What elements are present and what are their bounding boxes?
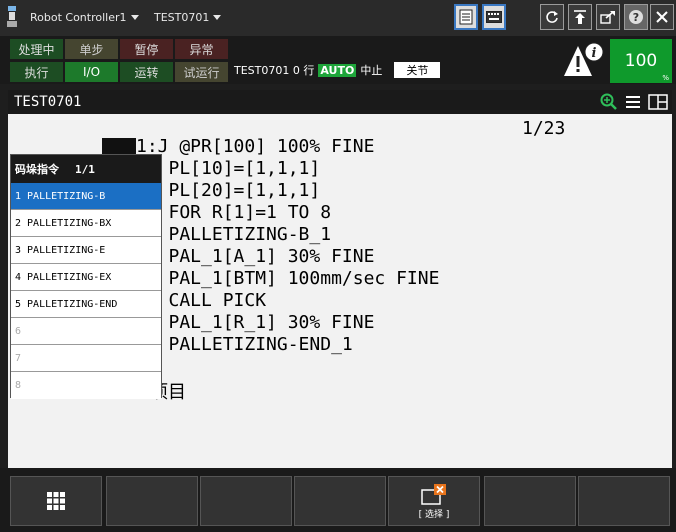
svg-text:i: i: [592, 46, 597, 61]
controller-name: Robot Controller1: [30, 11, 127, 24]
popup-item-palletizing-end[interactable]: 5 PALLETIZING-END: [11, 291, 161, 318]
chevron-down-icon: [130, 15, 139, 20]
select-label: [ 选择 ]: [418, 509, 450, 520]
popup-item-palletizing-e[interactable]: 3 PALLETIZING-E: [11, 237, 161, 264]
popup-item-palletizing-b[interactable]: 1 PALLETIZING-B: [11, 183, 161, 210]
override-value: 100: [624, 51, 658, 71]
controller-dropdown[interactable]: Robot Controller1: [30, 11, 139, 24]
popup-item-empty[interactable]: 8: [11, 372, 161, 399]
alarm-info-icon[interactable]: i: [562, 40, 604, 80]
program-line[interactable]: J PAL_1[A_1] 30% FINE: [136, 246, 375, 268]
f5-button[interactable]: [578, 476, 670, 526]
status-line: TEST0701 0 行 AUTO 中止 关节: [234, 62, 441, 78]
program-header: TEST0701: [8, 90, 672, 114]
zoom-icon[interactable]: [600, 93, 618, 111]
program-name: TEST0701: [154, 11, 210, 24]
mode-badge: AUTO: [318, 63, 357, 77]
program-line[interactable]: PL[10]=[1,1,1]: [136, 158, 321, 180]
notepad-icon: [459, 9, 473, 25]
program-line[interactable]: L PAL_1[BTM] 100mm/sec FINE: [136, 268, 440, 290]
popup-item-palletizing-bx[interactable]: 2 PALLETIZING-BX: [11, 210, 161, 237]
status-busy: 处理中: [10, 39, 63, 59]
coord-badge: 关节: [394, 62, 441, 78]
status-line-prefix: TEST0701 0 行: [234, 64, 315, 77]
popup-item-empty[interactable]: 6: [11, 318, 161, 345]
keyboard-icon: [486, 11, 502, 23]
status-hold: 暂停: [120, 39, 173, 59]
chevron-down-icon: [213, 15, 222, 20]
status-io: I/O: [65, 62, 118, 82]
f2-button[interactable]: [200, 476, 292, 526]
menu-icon[interactable]: [624, 93, 642, 111]
popup-item-empty[interactable]: 7: [11, 345, 161, 372]
keyboard-button[interactable]: [482, 4, 506, 30]
status-prod: 运转: [120, 62, 173, 82]
status-fault: 异常: [175, 39, 228, 59]
f1-button[interactable]: [106, 476, 198, 526]
status-step: 单步: [65, 39, 118, 59]
close-icon: [656, 11, 668, 23]
robot-icon: [7, 6, 17, 27]
palletizing-popup: 码垛指令 1/1 1 PALLETIZING-B 2 PALLETIZING-B…: [10, 154, 162, 399]
program-dropdown[interactable]: TEST0701: [154, 11, 222, 24]
help-button[interactable]: ?: [624, 4, 648, 30]
apps-button[interactable]: [10, 476, 102, 526]
split-view-icon[interactable]: [648, 93, 668, 111]
override-unit: %: [662, 74, 669, 82]
program-line[interactable]: FOR R[1]=1 TO 8: [136, 202, 332, 224]
select-window-icon: [421, 483, 446, 505]
program-line[interactable]: PALLETIZING-B_1: [136, 224, 332, 246]
refresh-icon: [546, 11, 558, 23]
notepad-button[interactable]: [454, 4, 478, 30]
select-button[interactable]: [ 选择 ]: [388, 476, 480, 526]
line-position: 1/23: [522, 118, 566, 139]
refresh-button[interactable]: [540, 4, 564, 30]
popup-title-bar: 码垛指令 1/1: [11, 155, 161, 183]
title-bar: Robot Controller1 TEST0701 ?: [0, 0, 676, 36]
external-button[interactable]: [596, 4, 620, 30]
popup-item-palletizing-ex[interactable]: 4 PALLETIZING-EX: [11, 264, 161, 291]
status-tcyc: 试运行: [175, 62, 228, 82]
share-icon: [600, 11, 615, 24]
move-top-button[interactable]: [568, 4, 592, 30]
popup-title: 码垛指令: [15, 163, 59, 176]
status-run: 执行: [10, 62, 63, 82]
program-line[interactable]: PL[20]=[1,1,1]: [136, 180, 321, 202]
f3-button[interactable]: [294, 476, 386, 526]
program-line[interactable]: J PAL_1[R_1] 30% FINE: [136, 312, 375, 334]
help-icon: ?: [629, 10, 643, 24]
run-state: 中止: [360, 64, 383, 77]
popup-page: 1/1: [75, 162, 95, 176]
program-line[interactable]: PALLETIZING-END_1: [136, 334, 353, 356]
override-button[interactable]: 100 %: [610, 39, 672, 83]
function-key-bar: [ 选择 ]: [0, 468, 676, 532]
move-to-top-icon: [574, 10, 586, 24]
f4-button[interactable]: [484, 476, 576, 526]
close-button[interactable]: [650, 4, 674, 30]
program-line[interactable]: 1:J @PR[100] 100% FINE: [136, 136, 374, 158]
page-title: TEST0701: [14, 94, 82, 110]
grid-icon: [47, 492, 65, 510]
svg-text:?: ?: [633, 11, 639, 24]
